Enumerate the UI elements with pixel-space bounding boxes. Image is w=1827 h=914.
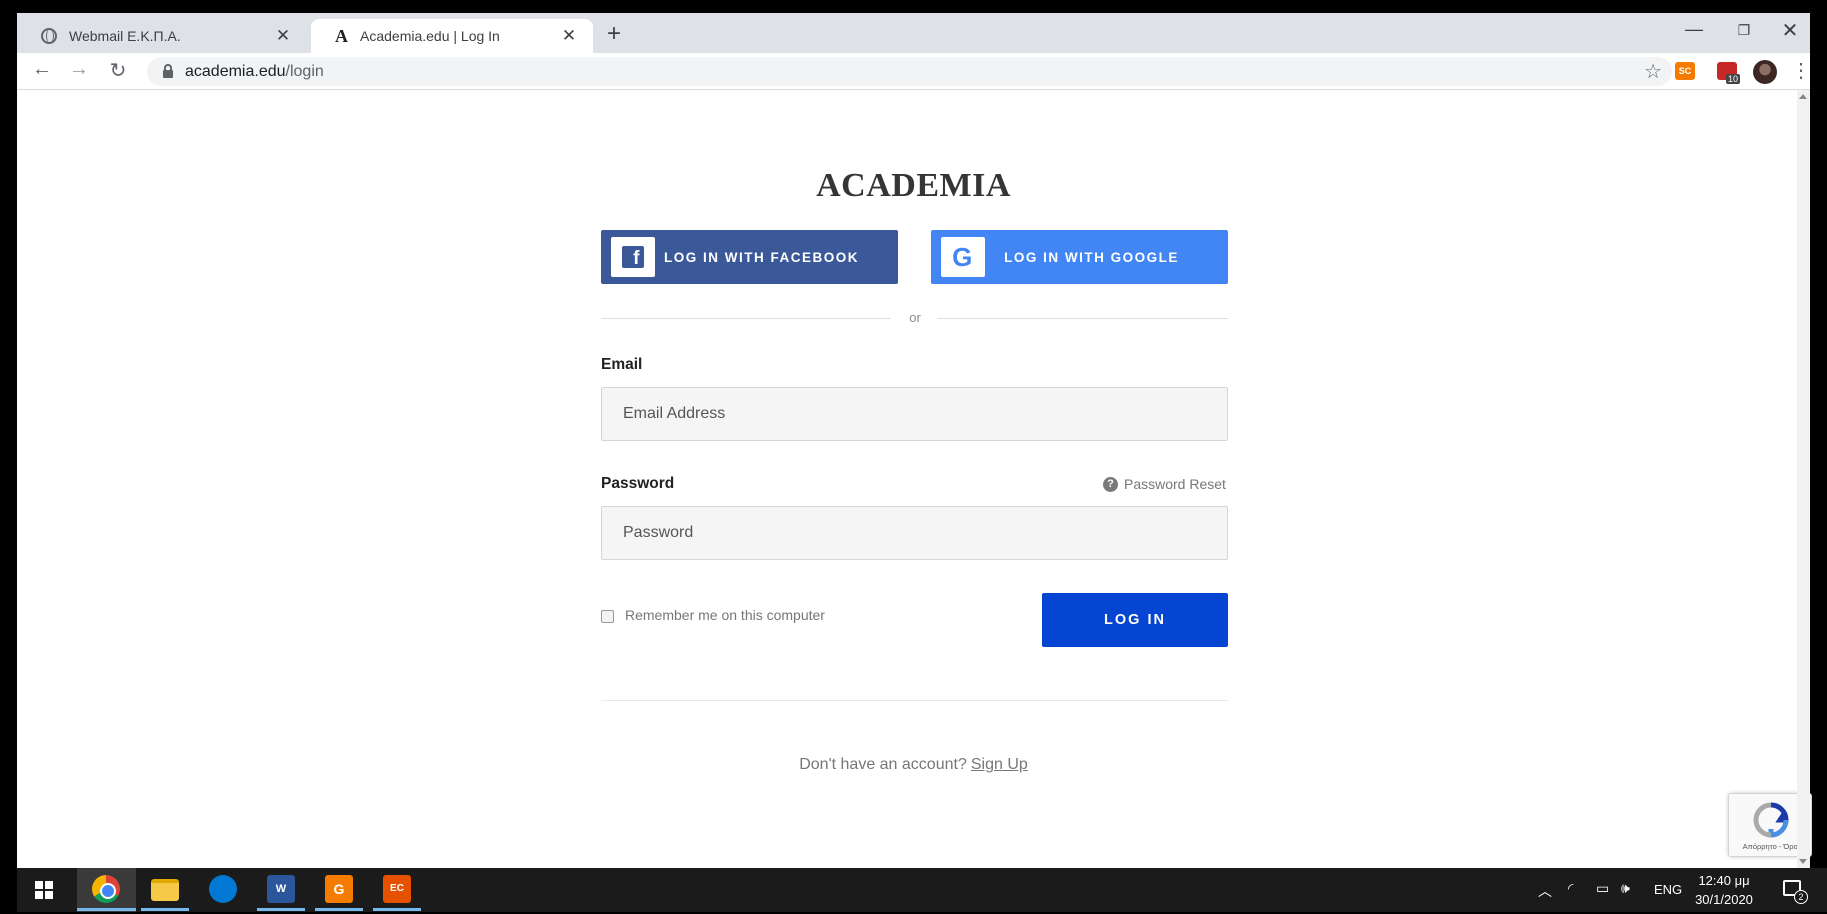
- tab-academia[interactable]: A Academia.edu | Log In ✕: [311, 19, 593, 53]
- facebook-login-label: LOG IN WITH FACEBOOK: [664, 249, 859, 265]
- outlook-icon[interactable]: [209, 875, 237, 903]
- url-host: academia.edu: [185, 62, 286, 80]
- close-window-icon[interactable]: ✕: [1767, 18, 1813, 43]
- active-indicator: [373, 908, 421, 911]
- password-label: Password: [601, 475, 675, 492]
- signup-link[interactable]: Sign Up: [971, 756, 1028, 773]
- active-indicator: [77, 908, 136, 911]
- tab-title: Webmail Ε.Κ.Π.Α.: [69, 28, 181, 44]
- minimize-icon[interactable]: —: [1671, 19, 1717, 40]
- chevron-up-icon[interactable]: ︿: [1538, 881, 1552, 901]
- lock-icon: [163, 63, 173, 78]
- wifi-icon[interactable]: ◜: [1568, 880, 1573, 897]
- signup-row: Don't have an account? Sign Up: [17, 756, 1810, 774]
- facebook-login-button[interactable]: f LOG IN WITH FACEBOOK: [601, 230, 898, 284]
- tab-strip: Webmail Ε.Κ.Π.Α. ✕ A Academia.edu | Log …: [17, 13, 1810, 53]
- language-indicator[interactable]: ENG: [1654, 882, 1682, 897]
- academia-favicon-icon: A: [335, 25, 348, 46]
- tab-webmail[interactable]: Webmail Ε.Κ.Π.Α. ✕: [17, 19, 307, 53]
- google-icon: G: [952, 241, 974, 272]
- scroll-down-icon[interactable]: [1799, 859, 1807, 864]
- screen: Webmail Ε.Κ.Π.Α. ✕ A Academia.edu | Log …: [0, 0, 1827, 914]
- password-reset-link[interactable]: ? Password Reset: [1103, 476, 1226, 492]
- tab-close-icon[interactable]: ✕: [273, 26, 293, 46]
- scrollbar[interactable]: [1797, 90, 1810, 868]
- sc-extension-icon[interactable]: SC: [1675, 62, 1695, 80]
- url-path: /login: [285, 62, 324, 80]
- active-indicator: [257, 908, 305, 911]
- facebook-icon: f: [622, 246, 644, 269]
- divider-left: [601, 318, 891, 319]
- address-bar[interactable]: academia.edu/login ☆: [147, 57, 1672, 86]
- active-indicator: [141, 908, 189, 911]
- forward-arrow-icon[interactable]: →: [66, 58, 92, 81]
- tab-title: Academia.edu | Log In: [360, 28, 500, 44]
- email-label: Email: [601, 356, 643, 373]
- remember-me-label[interactable]: Remember me on this computer: [625, 607, 825, 623]
- word-icon[interactable]: W: [267, 875, 295, 903]
- taskbar: W G EC ︿ ◜ ▭ 🕪 ENG 12:40 μμ 30/1/2020 2: [17, 868, 1827, 912]
- extension-badge: 10: [1726, 74, 1741, 84]
- back-arrow-icon[interactable]: ←: [29, 58, 55, 81]
- clock-time: 12:40 μμ: [1698, 873, 1750, 888]
- file-explorer-icon[interactable]: [151, 879, 179, 901]
- g-app-icon[interactable]: G: [325, 875, 353, 903]
- restore-icon[interactable]: ❐: [1721, 22, 1767, 39]
- facebook-icon-box: f: [611, 237, 655, 277]
- new-tab-button[interactable]: +: [607, 20, 621, 48]
- notification-count: 2: [1794, 890, 1808, 904]
- google-icon-box: G: [941, 237, 985, 277]
- google-login-button[interactable]: G LOG IN WITH GOOGLE: [931, 230, 1228, 284]
- bottom-divider: [601, 700, 1228, 701]
- email-field[interactable]: [601, 387, 1228, 441]
- page-content: ACADEMIA f LOG IN WITH FACEBOOK G LOG IN…: [17, 90, 1812, 868]
- password-field[interactable]: [601, 506, 1228, 560]
- clock-date: 30/1/2020: [1695, 892, 1753, 907]
- scroll-up-icon[interactable]: [1799, 94, 1807, 99]
- browser-toolbar: ← → ↻ academia.edu/login ☆ SC 10 ⋮: [17, 53, 1811, 90]
- question-circle-icon: ?: [1103, 476, 1118, 492]
- windows-start-icon[interactable]: [35, 881, 53, 899]
- password-reset-text: Password Reset: [1124, 476, 1226, 492]
- academia-logo[interactable]: ACADEMIA: [17, 167, 1810, 205]
- reload-icon[interactable]: ↻: [105, 58, 131, 83]
- active-indicator: [315, 908, 363, 911]
- battery-icon[interactable]: ▭: [1596, 880, 1609, 897]
- globe-icon: [41, 28, 57, 44]
- more-menu-icon[interactable]: ⋮: [1791, 58, 1811, 83]
- recaptcha-icon: [1753, 802, 1789, 838]
- remember-me-checkbox[interactable]: [601, 610, 614, 623]
- google-login-label: LOG IN WITH GOOGLE: [1004, 249, 1179, 265]
- chrome-icon[interactable]: [92, 875, 120, 903]
- bookmark-star-icon[interactable]: ☆: [1644, 59, 1662, 84]
- login-button[interactable]: LOG IN: [1042, 593, 1228, 647]
- clock[interactable]: 12:40 μμ 30/1/2020: [1687, 871, 1761, 909]
- signup-prompt: Don't have an account?: [799, 756, 967, 773]
- divider-right: [937, 318, 1228, 319]
- app-icon[interactable]: EC: [383, 875, 411, 903]
- profile-avatar[interactable]: [1753, 60, 1777, 84]
- tab-close-icon[interactable]: ✕: [559, 26, 579, 46]
- volume-icon[interactable]: 🕪: [1621, 880, 1630, 897]
- or-separator: or: [909, 310, 921, 325]
